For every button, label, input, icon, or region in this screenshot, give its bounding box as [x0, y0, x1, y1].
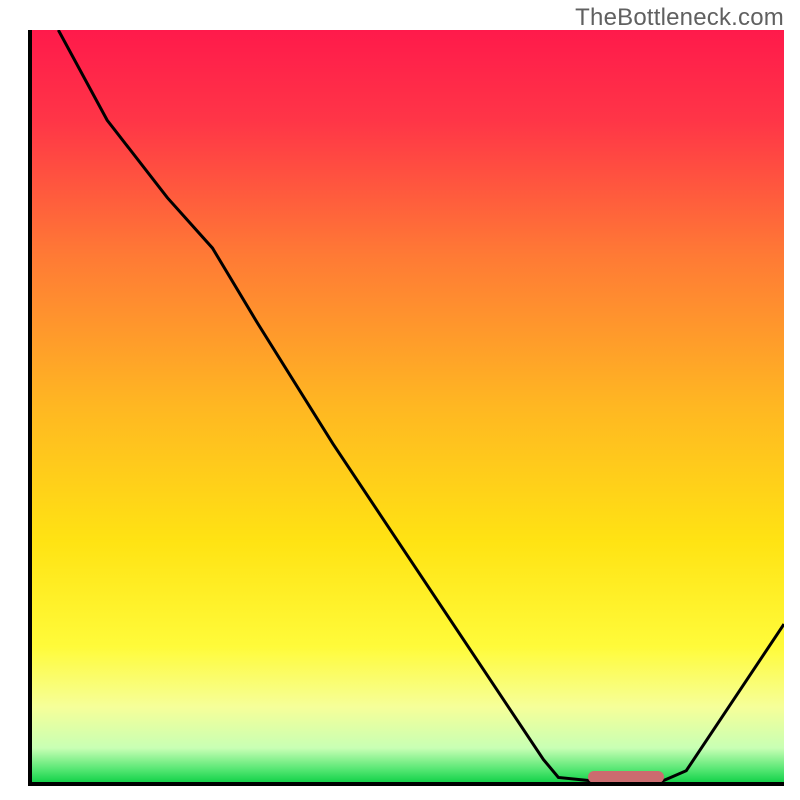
chart-container: TheBottleneck.com: [0, 0, 800, 800]
attribution-label: TheBottleneck.com: [575, 4, 784, 32]
chart-svg: [32, 30, 784, 782]
plot-area: [28, 30, 784, 786]
gradient-rect: [32, 30, 784, 782]
optimal-range-marker: [588, 771, 663, 783]
